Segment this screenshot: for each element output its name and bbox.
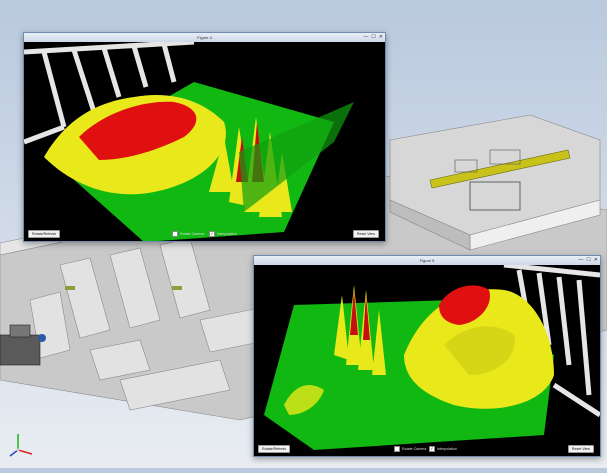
interpolation-checkbox[interactable]: Interpolation: [429, 446, 457, 452]
3d-surface-canvas[interactable]: Rotate/Refresh Reset View Rotate Camera …: [24, 42, 385, 241]
rotate-refresh-button[interactable]: Rotate/Refresh: [28, 230, 61, 238]
checkbox-label: Interpolation: [217, 232, 237, 236]
minimize-icon[interactable]: —: [363, 33, 368, 42]
maximize-icon[interactable]: ☐: [371, 33, 375, 42]
close-icon[interactable]: ✕: [594, 256, 598, 265]
reset-view-button[interactable]: Reset View: [352, 230, 379, 238]
checkbox-icon[interactable]: [394, 446, 400, 452]
window-title: Figure 4: [197, 35, 212, 40]
figure-window-bottom[interactable]: Figure 5 — ☐ ✕ Rotate/Refresh Reset View…: [253, 255, 601, 457]
axis-triad-icon: [8, 428, 38, 458]
window-titlebar[interactable]: Figure 5 — ☐ ✕: [254, 256, 600, 265]
surface-plot-render: [264, 265, 600, 450]
checkbox-label: Rotate Camera: [180, 232, 205, 236]
surface-plot-render: [24, 42, 354, 241]
rotate-camera-checkbox[interactable]: Rotate Camera: [172, 231, 204, 237]
minimize-icon[interactable]: —: [578, 256, 583, 265]
checkbox-checked-icon[interactable]: [209, 231, 215, 237]
interpolation-checkbox[interactable]: Interpolation: [209, 231, 237, 237]
maximize-icon[interactable]: ☐: [586, 256, 590, 265]
reset-view-button[interactable]: Reset View: [567, 445, 594, 453]
checkbox-label: Rotate Camera: [402, 447, 427, 451]
checkbox-label: Interpolation: [437, 447, 457, 451]
window-titlebar[interactable]: Figure 4 — ☐ ✕: [24, 33, 385, 42]
close-icon[interactable]: ✕: [379, 33, 383, 42]
checkbox-checked-icon[interactable]: [429, 446, 435, 452]
window-title: Figure 5: [419, 258, 435, 263]
rotate-refresh-button[interactable]: Rotate/Refresh: [258, 445, 291, 453]
figure-window-top[interactable]: Figure 4 — ☐ ✕ Rotate/Refresh Reset View…: [23, 32, 386, 242]
rotate-camera-checkbox[interactable]: Rotate Camera: [394, 446, 426, 452]
3d-surface-canvas[interactable]: Rotate/Refresh Reset View Rotate Camera …: [254, 265, 600, 456]
checkbox-icon[interactable]: [172, 231, 178, 237]
